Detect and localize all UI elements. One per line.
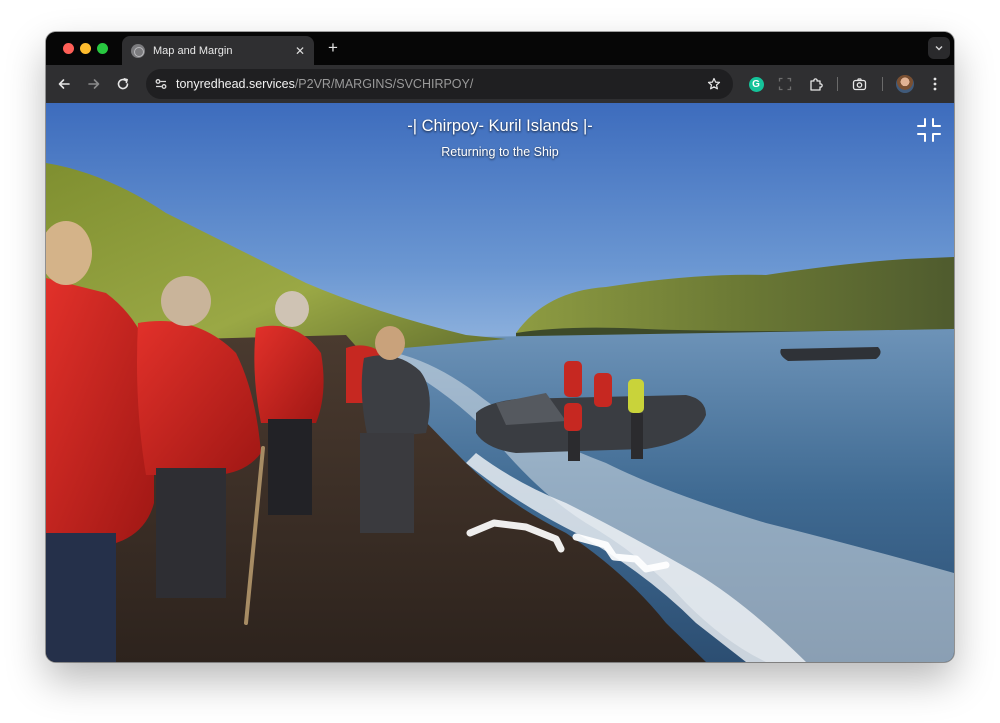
reload-button[interactable] bbox=[112, 73, 134, 95]
close-window-button[interactable] bbox=[63, 43, 74, 54]
toolbar-divider bbox=[882, 77, 883, 91]
forward-arrow-icon bbox=[88, 79, 100, 89]
panorama-title: -| Chirpoy- Kuril Islands |- bbox=[407, 117, 593, 135]
site-info-button[interactable] bbox=[150, 73, 172, 95]
browser-toolbar: tonyredhead.services/P2VR/MARGINS/SVCHIR… bbox=[46, 65, 954, 103]
grammarly-extension-button[interactable]: G bbox=[746, 74, 766, 94]
close-icon[interactable]: ✕ bbox=[290, 44, 310, 58]
globe-icon bbox=[131, 43, 145, 58]
toolbar-divider bbox=[837, 77, 838, 91]
extensions-button[interactable] bbox=[806, 74, 826, 94]
kebab-menu-icon bbox=[933, 77, 937, 91]
url-path: /P2VR/MARGINS/SVCHIRPOY/ bbox=[294, 77, 474, 91]
maximize-window-button[interactable] bbox=[97, 43, 108, 54]
tab-search-button[interactable] bbox=[928, 37, 950, 59]
reload-icon bbox=[117, 78, 129, 90]
profile-button[interactable] bbox=[895, 74, 915, 94]
panorama-subtitle: Returning to the Ship bbox=[441, 145, 559, 159]
back-button[interactable] bbox=[53, 73, 75, 95]
back-arrow-icon bbox=[58, 79, 70, 89]
tab-map-and-margin[interactable]: Map and Margin ✕ bbox=[122, 36, 314, 65]
chevron-hotspot-icon[interactable] bbox=[466, 511, 696, 581]
camera-icon bbox=[852, 77, 866, 90]
address-bar[interactable]: tonyredhead.services/P2VR/MARGINS/SVCHIR… bbox=[146, 69, 733, 99]
tab-title: Map and Margin bbox=[153, 44, 233, 57]
browser-menu-button[interactable] bbox=[925, 74, 945, 94]
url-text[interactable]: tonyredhead.services/P2VR/MARGINS/SVCHIR… bbox=[176, 77, 473, 91]
plus-icon[interactable]: + bbox=[323, 38, 343, 58]
exit-fullscreen-icon[interactable] bbox=[916, 117, 942, 143]
chevron-down-icon bbox=[935, 46, 943, 51]
screenshot-icon bbox=[778, 77, 792, 91]
url-host: tonyredhead.services bbox=[176, 77, 295, 91]
star-icon bbox=[707, 77, 721, 90]
forward-button[interactable] bbox=[83, 73, 105, 95]
puzzle-icon bbox=[809, 77, 823, 91]
capture-button[interactable] bbox=[849, 74, 869, 94]
browser-window: Map and Margin ✕ + tonyredhead.services/… bbox=[46, 32, 954, 662]
panorama-viewer[interactable]: -| Chirpoy- Kuril Islands |- Returning t… bbox=[46, 103, 954, 662]
tune-icon bbox=[155, 79, 167, 89]
avatar bbox=[896, 75, 914, 93]
tab-strip: Map and Margin ✕ + bbox=[46, 32, 954, 65]
minimize-window-button[interactable] bbox=[80, 43, 91, 54]
bookmark-button[interactable] bbox=[705, 75, 723, 93]
grammarly-icon: G bbox=[748, 76, 764, 92]
screenshot-extension-button[interactable] bbox=[775, 74, 795, 94]
